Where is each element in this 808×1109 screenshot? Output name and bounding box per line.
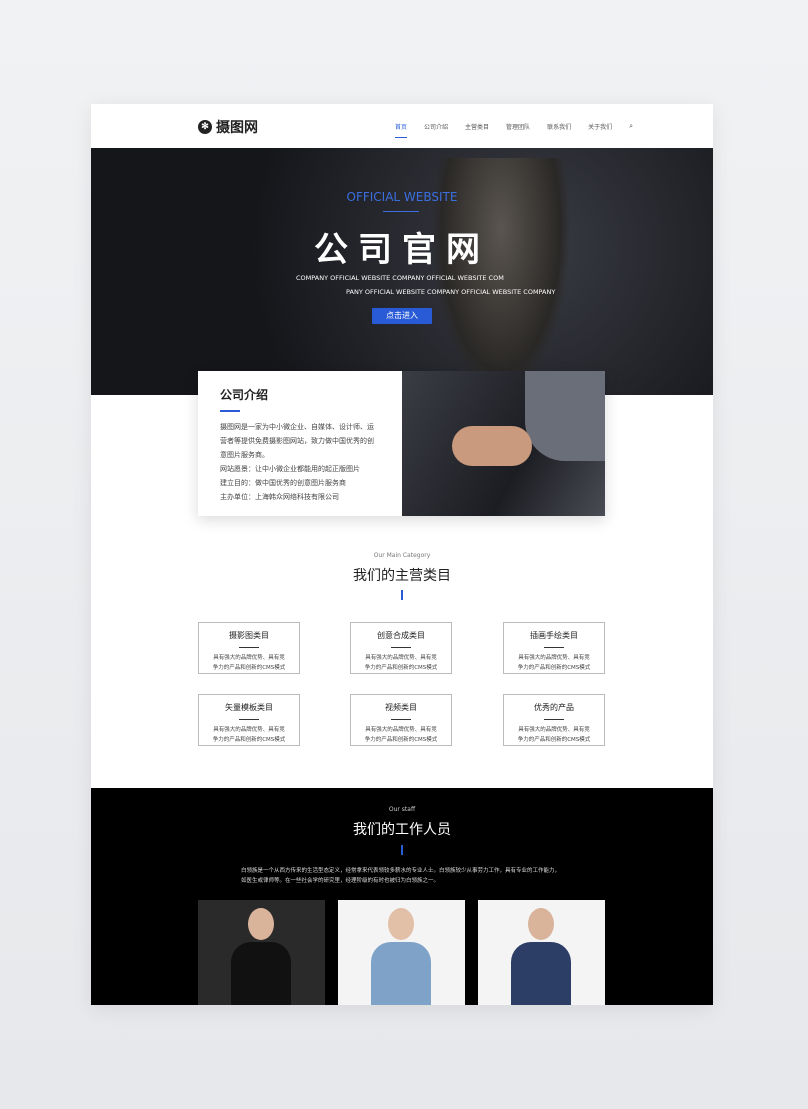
divider bbox=[239, 719, 259, 720]
hero-title: 公司官网 bbox=[314, 230, 490, 270]
category-desc-2: 争力的产品和创新的CMS模式 bbox=[517, 737, 591, 743]
category-card[interactable]: 创意合成类目具有强大的品牌优势、具有竞 争力的产品和创新的CMS模式 bbox=[350, 622, 452, 674]
category-name: 优秀的产品 bbox=[534, 703, 574, 712]
divider bbox=[220, 410, 240, 412]
divider bbox=[383, 211, 419, 212]
category-desc-2: 争力的产品和创新的CMS模式 bbox=[212, 737, 286, 743]
handshake-image bbox=[402, 371, 605, 516]
intro-vision: 网站愿景：让中小微企业都能用的起正版图片 bbox=[220, 465, 360, 473]
logo-text: 摄图网 bbox=[216, 120, 258, 136]
nav-contact[interactable]: 联系我们 bbox=[547, 122, 571, 131]
category-desc-1: 具有强大的品牌优势、具有竞 bbox=[518, 655, 590, 661]
staff-title: 我们的工作人员 bbox=[353, 822, 451, 838]
divider bbox=[544, 719, 564, 720]
logo[interactable]: ✻ 摄图网 bbox=[198, 117, 258, 137]
category-desc-1: 具有强大的品牌优势、具有竞 bbox=[518, 727, 590, 733]
enter-button[interactable]: 点击进入 bbox=[372, 308, 432, 324]
category-desc-2: 争力的产品和创新的CMS模式 bbox=[364, 737, 438, 743]
category-name: 创意合成类目 bbox=[377, 631, 425, 640]
intro-host: 主办单位：上海韩众网络科技有限公司 bbox=[220, 493, 339, 501]
category-desc-1: 具有强大的品牌优势、具有竞 bbox=[213, 655, 285, 661]
hero-banner: OFFICIAL WEBSITE 公司官网 COMPANY OFFICIAL W… bbox=[91, 148, 713, 395]
category-desc-1: 具有强大的品牌优势、具有竞 bbox=[213, 727, 285, 733]
staff-subtitle: Our staff bbox=[388, 806, 416, 813]
nav-about-us[interactable]: 关于我们 bbox=[588, 122, 612, 131]
category-name: 矢量模板类目 bbox=[225, 703, 273, 712]
category-desc-2: 争力的产品和创新的CMS模式 bbox=[212, 665, 286, 671]
divider bbox=[391, 719, 411, 720]
category-card[interactable]: 视频类目具有强大的品牌优势、具有竞 争力的产品和创新的CMS模式 bbox=[350, 694, 452, 746]
intro-goal: 建立目的：做中国优秀的创意图片服务商 bbox=[220, 479, 346, 487]
nav-categories[interactable]: 主营类目 bbox=[465, 122, 489, 131]
nav-home[interactable]: 首页 bbox=[395, 122, 408, 138]
staff-photo-3 bbox=[478, 900, 605, 1005]
nav: 首页 公司介绍 主营类目 管理团队 联系我们 关于我们 ⌕ bbox=[395, 122, 633, 138]
category-name: 插画手绘类目 bbox=[530, 631, 578, 640]
divider bbox=[391, 647, 411, 648]
hero-subtitle-1: COMPANY OFFICIAL WEBSITE COMPANY OFFICIA… bbox=[296, 274, 504, 282]
staff-photo-2 bbox=[338, 900, 465, 1005]
logo-icon: ✻ bbox=[198, 120, 212, 134]
divider bbox=[544, 647, 564, 648]
categories-subtitle: Our Main Category bbox=[373, 552, 431, 559]
category-desc-2: 争力的产品和创新的CMS模式 bbox=[364, 665, 438, 671]
intro-body: 摄图网是一家为中小微企业、自媒体、设计师、运营者等提供免费摄影图网站，致力做中国… bbox=[220, 423, 374, 459]
nav-team[interactable]: 管理团队 bbox=[506, 122, 530, 131]
company-intro-card: 公司介绍 摄图网是一家为中小微企业、自媒体、设计师、运营者等提供免费摄影图网站，… bbox=[198, 371, 605, 516]
staff-section: Our staff 我们的工作人员 白领族是一个从西方传来的生活型态定义，经常拿… bbox=[91, 788, 713, 1005]
category-desc-1: 具有强大的品牌优势、具有竞 bbox=[365, 727, 437, 733]
category-card[interactable]: 优秀的产品具有强大的品牌优势、具有竞 争力的产品和创新的CMS模式 bbox=[503, 694, 605, 746]
divider bbox=[401, 590, 403, 600]
category-card[interactable]: 矢量模板类目具有强大的品牌优势、具有竞 争力的产品和创新的CMS模式 bbox=[198, 694, 300, 746]
divider bbox=[401, 845, 403, 855]
website-mockup: ✻ 摄图网 首页 公司介绍 主营类目 管理团队 联系我们 关于我们 ⌕ OFFIC… bbox=[91, 104, 713, 1005]
category-card[interactable]: 插画手绘类目具有强大的品牌优势、具有竞 争力的产品和创新的CMS模式 bbox=[503, 622, 605, 674]
intro-title: 公司介绍 bbox=[220, 388, 269, 402]
search-icon[interactable]: ⌕ bbox=[629, 122, 633, 131]
category-name: 视频类目 bbox=[385, 703, 417, 712]
categories-title: 我们的主营类目 bbox=[353, 568, 451, 584]
category-name: 摄影图类目 bbox=[229, 631, 269, 640]
header: ✻ 摄图网 首页 公司介绍 主营类目 管理团队 联系我们 关于我们 ⌕ bbox=[91, 104, 713, 148]
divider bbox=[239, 647, 259, 648]
hero-subtitle-2: PANY OFFICIAL WEBSITE COMPANY OFFICIAL W… bbox=[346, 288, 556, 296]
category-desc-2: 争力的产品和创新的CMS模式 bbox=[517, 665, 591, 671]
category-desc-1: 具有强大的品牌优势、具有竞 bbox=[365, 655, 437, 661]
category-card[interactable]: 摄影图类目具有强大的品牌优势、具有竞 争力的产品和创新的CMS模式 bbox=[198, 622, 300, 674]
staff-description: 白领族是一个从西方传来的生活型态定义，经常拿来代表领较多薪水的专业人士。白领族较… bbox=[241, 868, 561, 884]
staff-photo-1 bbox=[198, 900, 325, 1005]
nav-about-company[interactable]: 公司介绍 bbox=[424, 122, 448, 131]
hero-en-title: OFFICIAL WEBSITE bbox=[346, 190, 458, 204]
